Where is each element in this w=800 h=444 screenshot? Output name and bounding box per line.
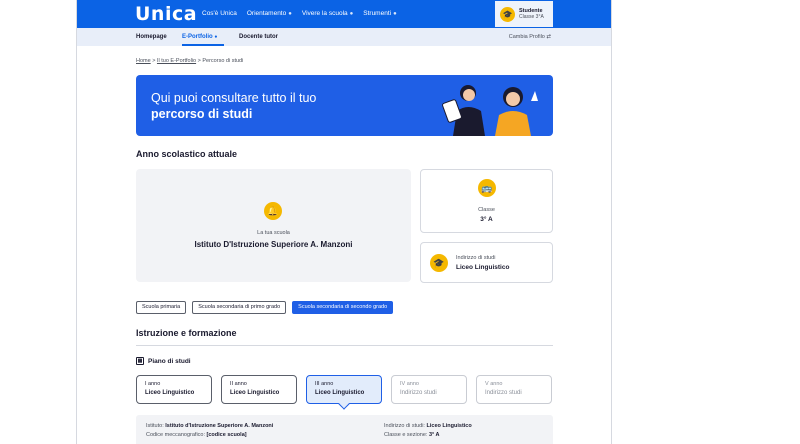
nav-item-vivere-la-scuola[interactable]: Vivere la scuola ●	[302, 10, 353, 17]
dropdown-dot-icon: ●	[288, 11, 292, 17]
nav-label: Orientamento	[246, 10, 287, 17]
nav-item-cose-unica[interactable]: Cos'è Unica	[202, 10, 237, 17]
school-value: Istituto D'Istruzione Superiore A. Manzo…	[194, 240, 353, 249]
breadcrumb-home[interactable]: Home	[136, 58, 151, 64]
graduation-cap-icon: 🎓	[500, 6, 515, 22]
hero-line-2: percorso di studi	[151, 107, 253, 121]
detail-label: Istituto:	[146, 423, 164, 429]
profile-text: Studente Classe 3°A	[519, 8, 544, 20]
active-tab-underline	[182, 44, 224, 46]
switch-icon: ⇄	[546, 34, 551, 40]
sub-navigation: Homepage E-Portfolio ● Docente tutor Cam…	[77, 28, 611, 46]
year-label: III anno	[315, 381, 334, 387]
detail-value: 3° A	[428, 432, 440, 438]
year-value: Liceo Linguistico	[145, 390, 195, 396]
school-label: La tua scuola	[257, 230, 290, 236]
track-label: Indirizzo di studi	[456, 255, 496, 261]
year-label: V anno	[485, 381, 503, 387]
subnav-eportfolio-label: E-Portfolio	[182, 34, 213, 40]
profile-menu[interactable]: 🎓 Studente Classe 3°A	[495, 1, 553, 27]
year-card-2[interactable]: II anno Liceo Linguistico	[221, 375, 297, 404]
detail-value: Liceo Linguistico	[426, 423, 472, 429]
dropdown-dot-icon: ●	[349, 11, 354, 17]
year-card-5[interactable]: V anno Indirizzo studi	[476, 375, 552, 404]
track-value: Liceo Linguistico	[456, 264, 510, 271]
detail-value: Istituto d'Istruzione Superiore A. Manzo…	[165, 423, 274, 429]
detail-value: [codice scuola]	[206, 432, 247, 438]
unica-logo[interactable]: Unica	[135, 3, 197, 25]
current-year-title: Anno scolastico attuale	[136, 149, 238, 159]
class-label: Classe	[478, 207, 495, 213]
nav-item-orientamento[interactable]: Orientamento ●	[247, 10, 292, 17]
detail-code: Codice meccanografico: [codice scuola]	[146, 432, 247, 438]
detail-label: Classe e sezione:	[384, 432, 428, 438]
class-card: 🚌 Classe 3° A	[420, 169, 553, 233]
detail-label: Indirizzo di studi:	[384, 423, 425, 429]
school-level-tabs: Scuola primaria Scuola secondaria di pri…	[136, 301, 394, 314]
detail-label: Codice meccanografico:	[146, 432, 206, 438]
year-details-panel: Istituto: Istituto d'Istruzione Superior…	[136, 415, 553, 444]
nav-item-strumenti[interactable]: Strumenti ●	[363, 10, 396, 17]
track-card: 🎓 Indirizzo di studi Liceo Linguistico	[420, 242, 553, 283]
school-card: 🔔 La tua scuola Istituto D'Istruzione Su…	[136, 169, 411, 282]
education-title: Istruzione e formazione	[136, 328, 237, 338]
detail-class: Classe e sezione: 3° A	[384, 432, 440, 438]
tab-scuola-secondaria-primo-grado[interactable]: Scuola secondaria di primo grado	[192, 301, 287, 314]
breadcrumb: Home > Il tuo E-Portfolio > Percorso di …	[136, 58, 243, 64]
detail-track: Indirizzo di studi: Liceo Linguistico	[384, 423, 472, 429]
year-selector: I anno Liceo Linguistico II anno Liceo L…	[136, 375, 552, 404]
graduation-cap-icon: 🎓	[430, 254, 448, 272]
calendar-icon: ▦	[136, 357, 144, 365]
year-value: Liceo Linguistico	[230, 390, 280, 396]
change-profile-label: Cambia Profilo	[508, 34, 545, 40]
profile-class: Classe 3°A	[519, 14, 544, 20]
school-bell-icon: 🔔	[264, 202, 282, 220]
change-profile-link[interactable]: Cambia Profilo ⇄	[509, 34, 551, 40]
tab-scuola-primaria[interactable]: Scuola primaria	[136, 301, 187, 314]
page-frame: Unica Cos'è Unica Orientamento ● Vivere l…	[76, 0, 612, 444]
subnav-docente-tutor[interactable]: Docente tutor	[239, 34, 278, 40]
dropdown-dot-icon: ●	[214, 34, 218, 40]
year-label: IV anno	[400, 381, 419, 387]
hero-line-1: Qui puoi consultare tutto il tuo	[151, 91, 317, 105]
dropdown-dot-icon: ●	[393, 11, 397, 17]
year-label: II anno	[230, 381, 247, 387]
students-illustration	[442, 85, 538, 136]
detail-institute: Istituto: Istituto d'Istruzione Superior…	[146, 423, 273, 429]
nav-label: Strumenti	[363, 10, 392, 17]
plan-title: ▦ Piano di studi	[136, 357, 191, 365]
year-card-4[interactable]: IV anno Indirizzo studi	[391, 375, 467, 404]
breadcrumb-current: Percorso di studi	[202, 58, 244, 64]
year-card-3[interactable]: III anno Liceo Linguistico	[306, 375, 382, 404]
year-value: Indirizzo studi	[400, 390, 437, 396]
tab-scuola-secondaria-secondo-grado[interactable]: Scuola secondaria di secondo grado	[292, 301, 394, 314]
year-value: Liceo Linguistico	[315, 390, 365, 396]
class-value: 3° A	[480, 216, 493, 223]
year-value: Indirizzo studi	[485, 390, 522, 396]
plan-title-text: Piano di studi	[148, 357, 191, 365]
hero-banner: Qui puoi consultare tutto il tuo percors…	[136, 75, 553, 136]
bus-icon: 🚌	[478, 179, 496, 197]
year-label: I anno	[145, 381, 161, 387]
main-nav: Cos'è Unica Orientamento ● Vivere la scuo…	[202, 10, 397, 17]
nav-label: Vivere la scuola	[301, 10, 348, 17]
breadcrumb-eportfolio[interactable]: Il tuo E-Portfolio	[157, 58, 196, 64]
subnav-homepage[interactable]: Homepage	[136, 34, 167, 40]
subnav-eportfolio[interactable]: E-Portfolio ●	[182, 34, 217, 40]
section-divider	[136, 345, 553, 346]
top-header: Unica Cos'è Unica Orientamento ● Vivere l…	[77, 0, 611, 28]
year-card-1[interactable]: I anno Liceo Linguistico	[136, 375, 212, 404]
nav-label: Cos'è Unica	[202, 10, 237, 17]
